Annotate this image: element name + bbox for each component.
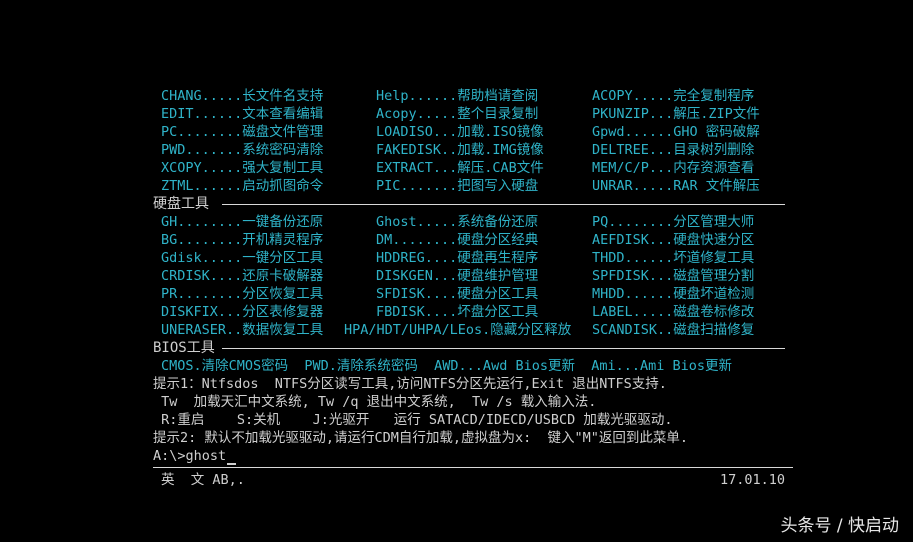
menu-item-dm[interactable]: DM........硬盘分区经典 — [376, 231, 538, 249]
menu-item-spfdisk[interactable]: SPFDISK...磁盘管理分割 — [592, 267, 754, 285]
menu-item-bg[interactable]: BG........开机精灵程序 — [161, 231, 323, 249]
menu-item-diskgen[interactable]: DISKGEN...硬盘维护管理 — [376, 267, 538, 285]
menu-item-deltree[interactable]: DELTREE...目录树列删除 — [592, 141, 754, 159]
tip-cdm: 提示2: 默认不加载光驱驱动,请运行CDM自行加载,虚拟盘为x: 键入"M"返回… — [153, 430, 689, 446]
input-mode-indicator: 英 文 AB,. — [161, 472, 245, 488]
menu-item-ghost[interactable]: Ghost.....系统备份还原 — [376, 213, 538, 231]
menu-item-thdd[interactable]: THDD......坏道修复工具 — [592, 249, 754, 267]
menu-item-uneraser[interactable]: UNERASER..数据恢复工具 — [161, 321, 323, 339]
text-cursor — [227, 463, 237, 465]
tip-tw: Tw 加载天汇中文系统, Tw /q 退出中文系统, Tw /s 载入输入法. — [153, 394, 597, 410]
command-prompt[interactable]: A:\>ghost — [153, 447, 237, 465]
menu-item-help[interactable]: Help......帮助档请查阅 — [376, 87, 538, 105]
menu-item-pic[interactable]: PIC.......把图写入硬盘 — [376, 177, 538, 195]
section-divider-bios — [222, 348, 785, 349]
bios-tools-row[interactable]: CMOS.清除CMOS密码 PWD.清除系统密码 AWD...Awd Bios更… — [161, 357, 732, 375]
status-divider — [153, 467, 793, 468]
menu-item-loadiso[interactable]: LOADISO...加载.ISO镜像 — [376, 123, 544, 141]
menu-item-label[interactable]: LABEL.....磁盘卷标修改 — [592, 303, 754, 321]
menu-item-gdisk[interactable]: Gdisk.....一键分区工具 — [161, 249, 323, 267]
menu-item-mhdd[interactable]: MHDD......硬盘坏道检测 — [592, 285, 754, 303]
menu-item-unrar[interactable]: UNRAR.....RAR 文件解压 — [592, 177, 760, 195]
menu-item-pwd[interactable]: PWD.......系统密码清除 — [161, 141, 323, 159]
menu-item-mem[interactable]: MEM/C/P...内存资源查看 — [592, 159, 754, 177]
menu-item-hddreg[interactable]: HDDREG....硬盘再生程序 — [376, 249, 538, 267]
menu-item-aefdisk[interactable]: AEFDISK...硬盘快速分区 — [592, 231, 754, 249]
clock: 17.01.10 — [720, 472, 786, 488]
section-label-bios-tools: BIOS工具 — [153, 340, 215, 356]
menu-item-fbdisk[interactable]: FBDISK....坏盘分区工具 — [376, 303, 538, 321]
menu-item-pkunzip[interactable]: PKUNZIP...解压.ZIP文件 — [592, 105, 760, 123]
menu-item-acopy[interactable]: ACOPY.....完全复制程序 — [592, 87, 754, 105]
menu-item-acopy-dir[interactable]: Acopy.....整个目录复制 — [376, 105, 538, 123]
tip-commands: R:重启 S:关机 J:光驱开 运行 SATACD/IDECD/USBCD 加载… — [153, 412, 673, 428]
section-label-disk-tools: 硬盘工具 — [153, 196, 209, 212]
tip-ntfsdos: 提示1：Ntfsdos NTFS分区读写工具,访问NTFS分区先运行,Exit … — [153, 376, 667, 392]
section-divider-disk — [222, 204, 785, 205]
menu-item-gh[interactable]: GH........一键备份还原 — [161, 213, 323, 231]
menu-item-gpwd[interactable]: Gpwd......GHO 密码破解 — [592, 123, 760, 141]
menu-item-scandisk[interactable]: SCANDISK..磁盘扫描修复 — [592, 321, 754, 339]
menu-item-hpa[interactable]: HPA/HDT/UHPA/LEos.隐藏分区释放 — [344, 321, 571, 339]
menu-item-pr[interactable]: PR........分区恢复工具 — [161, 285, 323, 303]
menu-item-diskfix[interactable]: DISKFIX...分区表修复器 — [161, 303, 323, 321]
menu-item-ztml[interactable]: ZTML......启动抓图命令 — [161, 177, 323, 195]
menu-item-fakedisk[interactable]: FAKEDISK..加载.IMG镜像 — [376, 141, 544, 159]
menu-item-edit[interactable]: EDIT......文本查看编辑 — [161, 105, 323, 123]
menu-item-xcopy[interactable]: XCOPY.....强大复制工具 — [161, 159, 323, 177]
menu-item-pq[interactable]: PQ........分区管理大师 — [592, 213, 754, 231]
menu-item-extract[interactable]: EXTRACT...解压.CAB文件 — [376, 159, 544, 177]
prompt-text: A:\>ghost — [153, 448, 227, 464]
menu-item-chang[interactable]: CHANG.....长文件名支持 — [161, 87, 323, 105]
menu-item-pc[interactable]: PC........磁盘文件管理 — [161, 123, 323, 141]
watermark: 头条号 / 快启动 — [780, 516, 899, 536]
menu-item-sfdisk[interactable]: SFDISK....硬盘分区工具 — [376, 285, 538, 303]
menu-item-crdisk[interactable]: CRDISK....还原卡破解器 — [161, 267, 323, 285]
